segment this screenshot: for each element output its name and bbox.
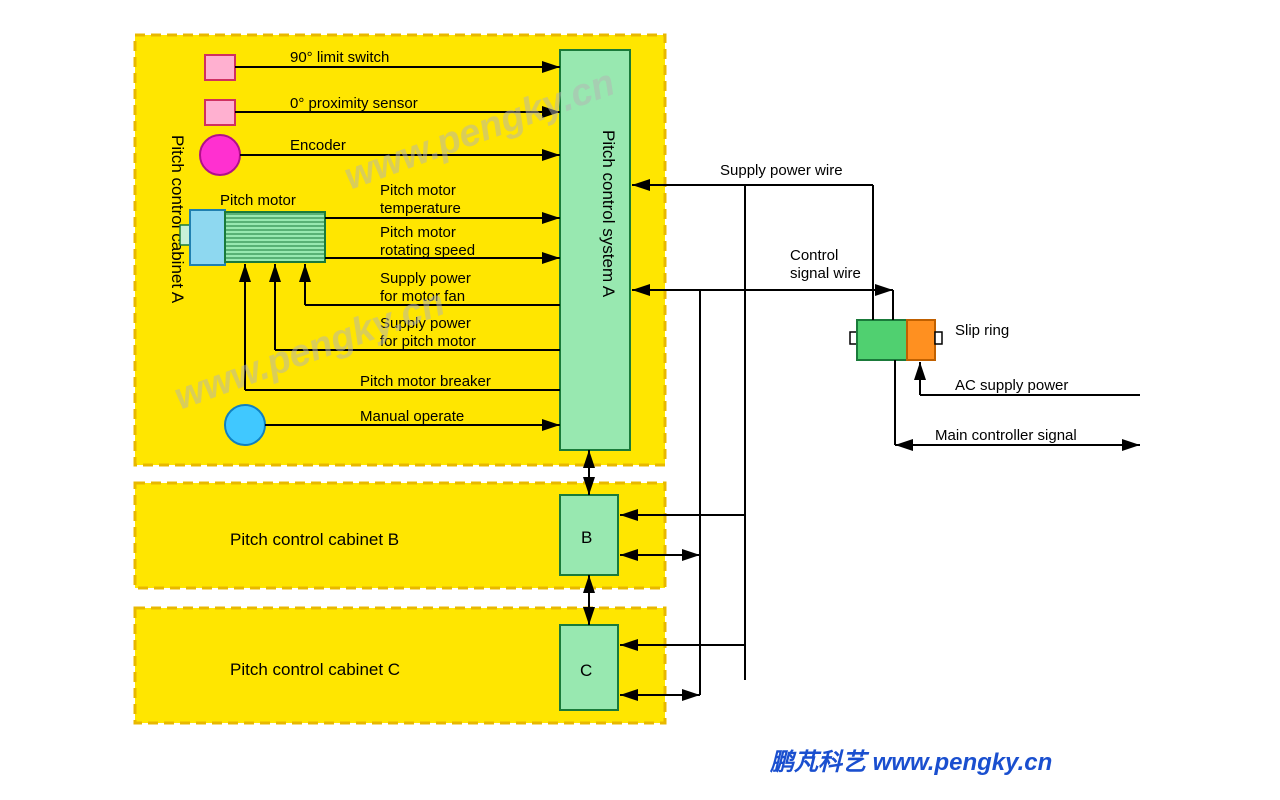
system-b-label: B xyxy=(581,528,592,547)
motor-speed-label2: rotating speed xyxy=(380,242,475,259)
ac-power-label: AC supply power xyxy=(955,377,1068,394)
motor-speed-label1: Pitch motor xyxy=(380,224,456,241)
limit-switch-label: 90° limit switch xyxy=(290,49,389,66)
motor-temp-label1: Pitch motor xyxy=(380,182,456,199)
proximity-label: 0° proximity sensor xyxy=(290,95,418,112)
fan-power-label1: Supply power xyxy=(380,270,471,287)
pitch-motor-label: Pitch motor xyxy=(220,192,296,209)
encoder-label: Encoder xyxy=(290,137,346,154)
system-c-label: C xyxy=(580,661,592,680)
motor-temp-label2: temperature xyxy=(380,200,461,217)
cabinet-a-label: Pitch control cabinet A xyxy=(168,135,187,304)
control-signal-label2: signal wire xyxy=(790,265,861,282)
manual-label: Manual operate xyxy=(360,408,464,425)
encoder-icon xyxy=(200,135,240,175)
breaker-label: Pitch motor breaker xyxy=(360,373,491,390)
footer-credit: 鹏芃科艺 www.pengky.cn xyxy=(769,749,1052,776)
limit-switch-icon xyxy=(205,55,235,80)
system-a-label: Pitch control system A xyxy=(599,130,618,298)
pitch-control-diagram: Pitch control system A B C Pitch control… xyxy=(0,0,1280,800)
slip-ring-icon xyxy=(850,320,942,360)
proximity-icon xyxy=(205,100,235,125)
pitch-motor-icon xyxy=(180,210,325,265)
supply-power-label: Supply power wire xyxy=(720,162,843,179)
control-signal-label1: Control xyxy=(790,247,838,264)
cabinet-c-label: Pitch control cabinet C xyxy=(230,660,400,679)
cabinet-b-label: Pitch control cabinet B xyxy=(230,530,399,549)
manual-icon xyxy=(225,405,265,445)
slip-ring-label: Slip ring xyxy=(955,322,1009,339)
main-signal-label: Main controller signal xyxy=(935,427,1077,444)
